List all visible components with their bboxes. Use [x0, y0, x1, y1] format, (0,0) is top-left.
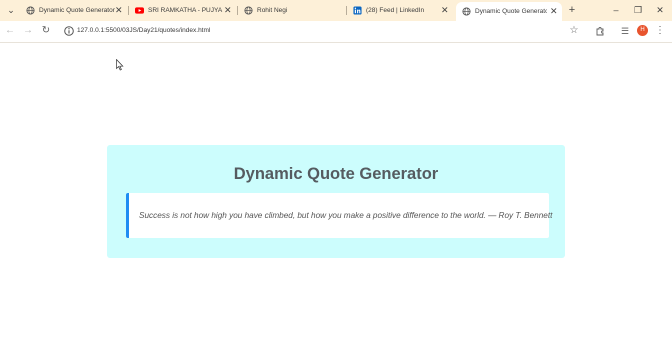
tab-search-icon[interactable]: ⌄ [5, 4, 17, 16]
restore-icon[interactable]: ❐ [631, 3, 645, 17]
youtube-icon [135, 7, 144, 14]
tab-title: SRI RAMKATHA - PUJYA RA [148, 7, 224, 14]
back-icon[interactable]: ← [3, 24, 17, 38]
close-icon[interactable]: ✕ [224, 1, 232, 20]
close-icon[interactable]: ✕ [550, 2, 558, 21]
tab-linkedin-feed[interactable]: (28) Feed | LinkedIn [347, 1, 455, 20]
quote-box: Success is not how high you have climbed… [126, 193, 553, 238]
extensions-icon[interactable] [593, 24, 607, 38]
tab-title: Dynamic Quote Generator [39, 7, 115, 14]
globe-icon [26, 6, 35, 15]
linkedin-icon [353, 6, 362, 15]
avatar[interactable]: H [637, 25, 648, 36]
bookmark-star-icon[interactable]: ☆ [567, 24, 581, 38]
browser-toolbar: ← → ↻ 127.0.0.1:5500/03JS/Day21/quotes/i… [0, 21, 672, 43]
tab-title: Dynamic Quote Generator [475, 8, 547, 15]
quote-text: Success is not how high you have climbed… [139, 211, 553, 220]
new-tab-icon[interactable]: + [566, 3, 578, 17]
page-title: Dynamic Quote Generator [233, 165, 439, 183]
close-icon[interactable]: ✕ [115, 1, 123, 20]
tab-rohit-negi[interactable]: Rohit Negi [238, 1, 346, 20]
mouse-cursor-icon [116, 59, 124, 71]
media-controls-icon[interactable]: ☰ [618, 24, 632, 38]
tab-strip: ⌄ Dynamic Quote Generator ✕ SRI RAMKATHA… [0, 0, 672, 21]
site-info-icon[interactable] [63, 25, 75, 37]
tab-dynamic-quote-generator-1[interactable]: Dynamic Quote Generator ✕ [20, 1, 128, 20]
tab-dynamic-quote-generator-active[interactable]: Dynamic Quote Generator ✕ [456, 2, 562, 21]
quote-card: Dynamic Quote Generator Success is not h… [107, 145, 565, 258]
url-text[interactable]: 127.0.0.1:5500/03JS/Day21/quotes/index.h… [77, 23, 210, 39]
address-bar[interactable]: 127.0.0.1:5500/03JS/Day21/quotes/index.h… [57, 23, 587, 39]
more-menu-icon[interactable]: ⋮ [655, 24, 665, 38]
reload-icon[interactable]: ↻ [39, 24, 53, 38]
tab-sri-ramkatha[interactable]: SRI RAMKATHA - PUJYA RA ✕ [129, 1, 237, 20]
forward-icon[interactable]: → [21, 24, 35, 38]
minimize-icon[interactable]: – [609, 3, 623, 17]
tab-title: (28) Feed | LinkedIn [366, 7, 425, 14]
globe-icon [244, 6, 253, 15]
tab-title: Rohit Negi [257, 7, 288, 14]
close-window-icon[interactable]: ✕ [653, 3, 667, 17]
globe-icon [462, 7, 471, 16]
